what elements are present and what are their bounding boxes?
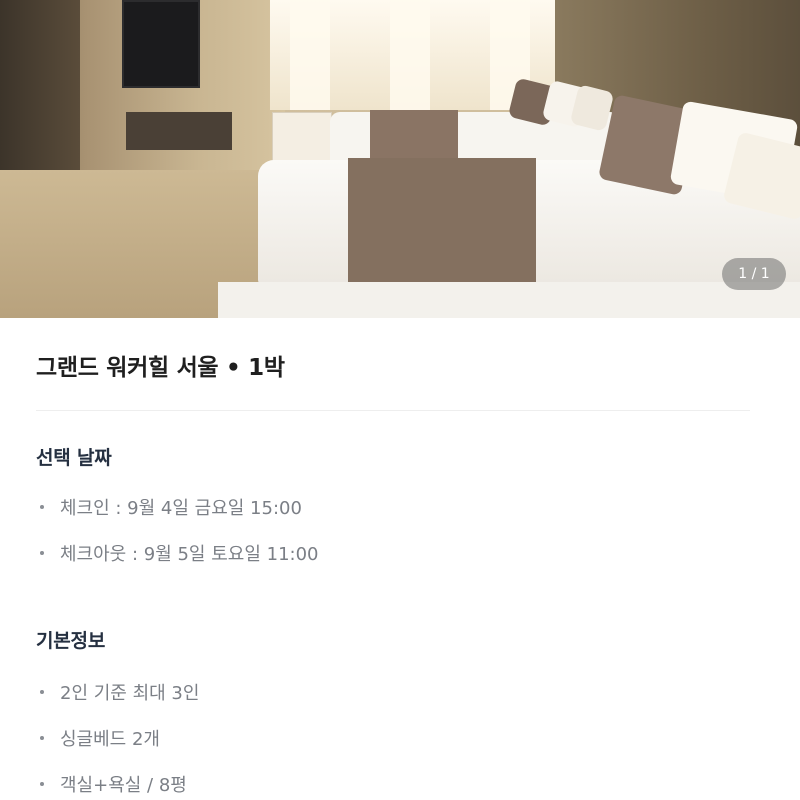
bullet-icon: [40, 551, 44, 555]
photo-curtain: [390, 0, 430, 110]
bullet-icon: [40, 782, 44, 786]
photo-bed-runner: [348, 158, 536, 282]
list-item: 싱글베드 2개: [36, 715, 764, 761]
selected-dates-list: 체크인 : 9월 4일 금요일 15:00 체크아웃 : 9월 5일 토요일 1…: [36, 484, 764, 576]
list-item: 체크아웃 : 9월 5일 토요일 11:00: [36, 530, 764, 576]
selected-dates-section: 선택 날짜 체크인 : 9월 4일 금요일 15:00 체크아웃 : 9월 5일…: [36, 443, 764, 576]
basic-info-heading: 기본정보: [36, 630, 106, 652]
bed-text: 싱글베드 2개: [60, 729, 160, 750]
bullet-icon: [40, 505, 44, 509]
capacity-text: 2인 기준 최대 3인: [60, 683, 200, 704]
room-details: 그랜드 워커힐 서울 • 1박 선택 날짜 체크인 : 9월 4일 금요일 15…: [0, 348, 800, 800]
list-item: 객실+욕실 / 8평: [36, 761, 764, 800]
photo-shelf: [126, 112, 232, 150]
divider: [36, 410, 750, 411]
basic-info-list: 2인 기준 최대 3인 싱글베드 2개 객실+욕실 / 8평: [36, 669, 764, 800]
room-photo[interactable]: 1 / 1: [0, 0, 800, 318]
checkin-text: 체크인 : 9월 4일 금요일 15:00: [60, 498, 302, 519]
photo-tv: [122, 0, 200, 88]
room-size-text: 객실+욕실 / 8평: [60, 775, 187, 796]
list-item: 체크인 : 9월 4일 금요일 15:00: [36, 484, 764, 530]
bullet-icon: [40, 690, 44, 694]
gallery-page-indicator: 1 / 1: [722, 258, 786, 290]
photo-bench: [218, 282, 800, 318]
photo-cabinet: [272, 112, 332, 166]
checkout-text: 체크아웃 : 9월 5일 토요일 11:00: [60, 544, 319, 565]
basic-info-section: 기본정보 2인 기준 최대 3인 싱글베드 2개 객실+욕실 / 8평: [36, 626, 764, 800]
bullet-icon: [40, 736, 44, 740]
selected-dates-heading: 선택 날짜: [36, 447, 112, 469]
list-item: 2인 기준 최대 3인: [36, 669, 764, 715]
photo-curtain: [290, 0, 330, 110]
hotel-title: 그랜드 워커힐 서울 • 1박: [36, 355, 285, 381]
